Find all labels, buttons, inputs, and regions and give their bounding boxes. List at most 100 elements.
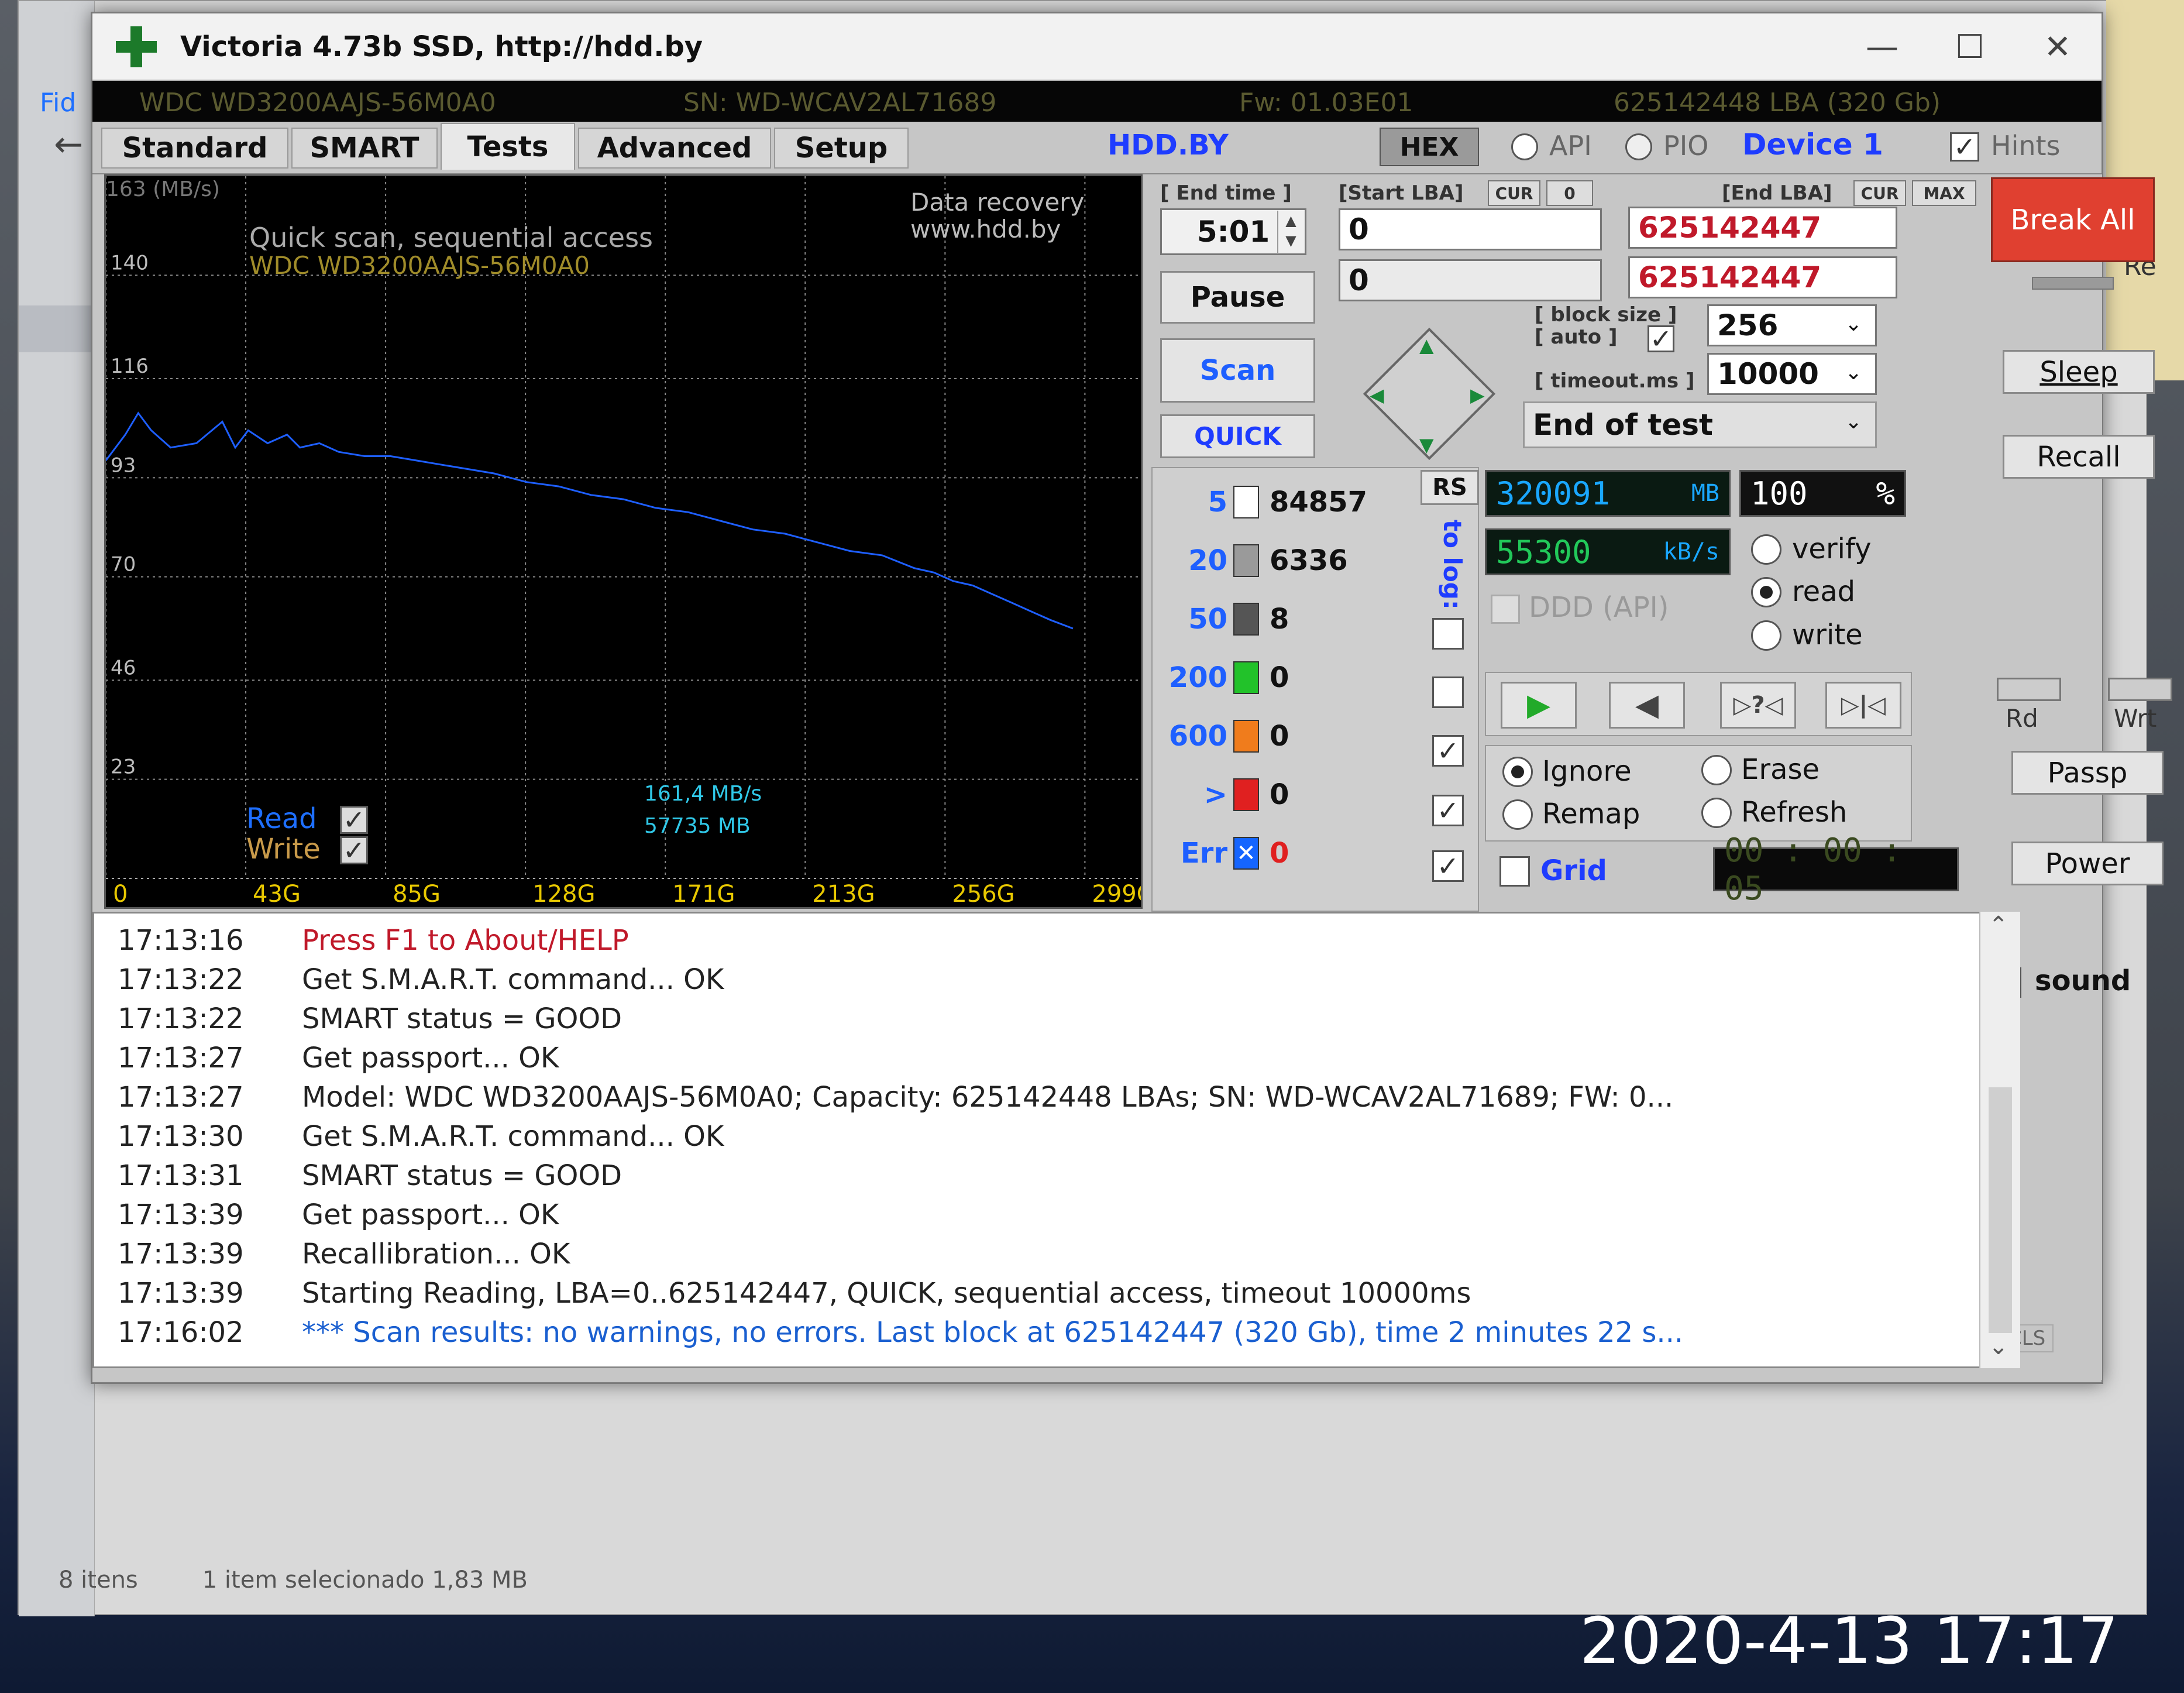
- arrow-left-icon[interactable]: ◀: [1370, 384, 1384, 406]
- write-label: write: [1792, 619, 1863, 651]
- remap-radio[interactable]: [1502, 799, 1533, 830]
- end-time-spinner-icon[interactable]: ▲ ▼: [1277, 211, 1303, 253]
- scan-button[interactable]: Scan: [1160, 338, 1315, 403]
- counter-threshold: Err: [1180, 837, 1227, 870]
- log-50-checkbox[interactable]: [1432, 618, 1464, 650]
- log-err-checkbox[interactable]: ✓: [1432, 850, 1464, 882]
- block-size-chevron-icon[interactable]: ⌄: [1845, 312, 1862, 336]
- refresh-radio[interactable]: [1701, 798, 1732, 828]
- log-row: 17:16:02 *** Scan results: no warnings, n…: [118, 1316, 1683, 1349]
- pause-button[interactable]: Pause: [1160, 271, 1315, 324]
- power-button[interactable]: Power: [2011, 842, 2164, 885]
- quick-button[interactable]: QUICK: [1160, 414, 1315, 458]
- break-all-button[interactable]: Break All: [1991, 177, 2155, 262]
- start-lba-input[interactable]: 0: [1339, 208, 1602, 250]
- ignore-label: Ignore: [1542, 755, 1632, 788]
- end-max-button[interactable]: MAX: [1912, 180, 1976, 206]
- end-lba-input[interactable]: 625142447: [1628, 207, 1897, 249]
- verify-radio[interactable]: [1751, 534, 1781, 565]
- title-bar[interactable]: Victoria 4.73b SSD, http://hdd.by — ☐ ✕: [92, 13, 2102, 81]
- hints-checkbox[interactable]: ✓: [1950, 132, 1979, 162]
- arrow-up-icon[interactable]: ▲: [1419, 334, 1434, 356]
- x-tick-label: 256G: [952, 881, 1014, 907]
- read-legend-checkbox[interactable]: ✓: [340, 806, 368, 834]
- minimize-button[interactable]: —: [1838, 13, 1926, 81]
- tab-setup[interactable]: Setup: [774, 128, 909, 169]
- ddd-checkbox[interactable]: [1491, 595, 1520, 624]
- log-scrollbar[interactable]: ⌃ ⌄: [1979, 912, 2020, 1368]
- recovery-url[interactable]: www.hdd.by: [910, 215, 1061, 243]
- end-lba-current: 625142447: [1628, 256, 1897, 298]
- log-gt-checkbox[interactable]: ✓: [1432, 795, 1464, 826]
- log-row: 17:13:22 Get S.M.A.R.T. command... OK: [118, 963, 724, 996]
- log-message: SMART status = GOOD: [302, 1159, 622, 1192]
- event-log[interactable]: 17:13:16 Press F1 to About/HELP 17:13:22 Ge…: [92, 912, 1985, 1368]
- api-radio[interactable]: [1511, 133, 1538, 160]
- speed-chart-svg: 0 43G 85G 128G 171G 213G 256G 299G 140 116 93 70 46 2…: [106, 176, 1141, 907]
- explorer-nav-selected[interactable]: [19, 305, 95, 352]
- tab-smart[interactable]: SMART: [291, 128, 438, 169]
- rs-button[interactable]: RS: [1421, 470, 1479, 505]
- back-arrow-icon[interactable]: ←: [54, 124, 83, 165]
- counter-value: 0: [1270, 720, 1289, 753]
- auto-block-checkbox[interactable]: ✓: [1648, 325, 1674, 352]
- start-zero-button[interactable]: 0: [1546, 180, 1593, 206]
- y-tick-label: 46: [111, 656, 136, 679]
- hex-button[interactable]: HEX: [1380, 128, 1479, 166]
- write-radio[interactable]: [1751, 620, 1781, 651]
- end-cur-button[interactable]: CUR: [1853, 180, 1906, 206]
- scroll-down-icon[interactable]: ⌄: [1989, 1333, 2008, 1360]
- log-200-checkbox[interactable]: [1432, 676, 1464, 708]
- log-row: 17:13:22 SMART status = GOOD: [118, 1002, 622, 1035]
- ignore-radio[interactable]: [1502, 757, 1533, 787]
- y-tick-label: 140: [111, 251, 149, 274]
- sleep-button[interactable]: Sleep: [2003, 350, 2155, 394]
- y-tick-label: 93: [111, 454, 136, 477]
- read-label: read: [1792, 575, 1856, 608]
- log-600-checkbox[interactable]: ✓: [1432, 735, 1464, 767]
- recall-button[interactable]: Recall: [2003, 435, 2155, 479]
- drive-model: WDC WD3200AAJS-56M0A0: [139, 88, 496, 118]
- hddby-link[interactable]: HDD.BY: [1108, 129, 1229, 162]
- log-message: *** Scan results: no warnings, no errors…: [302, 1316, 1684, 1349]
- scroll-thumb[interactable]: [1989, 1087, 2012, 1333]
- counter-threshold: 200: [1168, 661, 1227, 694]
- seek-unknown-icon[interactable]: ▷?◁: [1720, 682, 1796, 729]
- start-lba-label: [Start LBA]: [1339, 181, 1464, 205]
- timeout-label: [ timeout.ms ]: [1535, 369, 1695, 393]
- write-legend-checkbox[interactable]: ✓: [340, 836, 368, 864]
- play-icon[interactable]: ▶: [1501, 682, 1577, 729]
- erase-radio[interactable]: [1701, 755, 1732, 785]
- passp-button[interactable]: Passp: [2011, 751, 2164, 795]
- counter-swatch: ✕: [1233, 837, 1259, 870]
- window-title: Victoria 4.73b SSD, http://hdd.by: [180, 30, 703, 63]
- log-message: Get S.M.A.R.T. command... OK: [302, 963, 724, 996]
- end-of-test-select[interactable]: End of test: [1523, 401, 1877, 448]
- speed-readout: 161,4 MB/s: [644, 782, 762, 806]
- wrt-label: Wrt: [2114, 704, 2157, 733]
- tab-advanced[interactable]: Advanced: [578, 128, 771, 169]
- grid-checkbox[interactable]: [1499, 856, 1530, 887]
- end-lba-label: [End LBA]: [1722, 181, 1832, 205]
- scroll-up-icon[interactable]: ⌃: [1989, 912, 2008, 939]
- direction-pad[interactable]: ▲ ▼ ◀ ▶: [1359, 324, 1499, 464]
- close-button[interactable]: ✕: [2014, 13, 2102, 81]
- device-label[interactable]: Device 1: [1742, 128, 1883, 162]
- pio-radio[interactable]: [1625, 133, 1652, 160]
- end-of-test-chevron-icon[interactable]: ⌄: [1845, 410, 1862, 434]
- arrow-down-icon[interactable]: ▼: [1419, 434, 1434, 456]
- rewind-icon[interactable]: ◀: [1609, 682, 1685, 729]
- maximize-button[interactable]: ☐: [1926, 13, 2014, 81]
- counter-swatch: [1233, 661, 1259, 694]
- tab-tests[interactable]: Tests: [441, 123, 575, 170]
- start-cur-button[interactable]: CUR: [1488, 180, 1540, 206]
- log-timestamp: 17:13:30: [118, 1120, 244, 1153]
- explorer-nav-pane[interactable]: [19, 1, 95, 1616]
- timeout-chevron-icon[interactable]: ⌄: [1845, 360, 1862, 384]
- skip-end-icon[interactable]: ▷|◁: [1825, 682, 1901, 729]
- arrow-right-icon[interactable]: ▶: [1470, 384, 1485, 406]
- tab-standard[interactable]: Standard: [101, 128, 288, 169]
- read-radio[interactable]: [1751, 577, 1781, 607]
- x-tick-label: 85G: [393, 881, 441, 907]
- verify-label: verify: [1792, 533, 1872, 565]
